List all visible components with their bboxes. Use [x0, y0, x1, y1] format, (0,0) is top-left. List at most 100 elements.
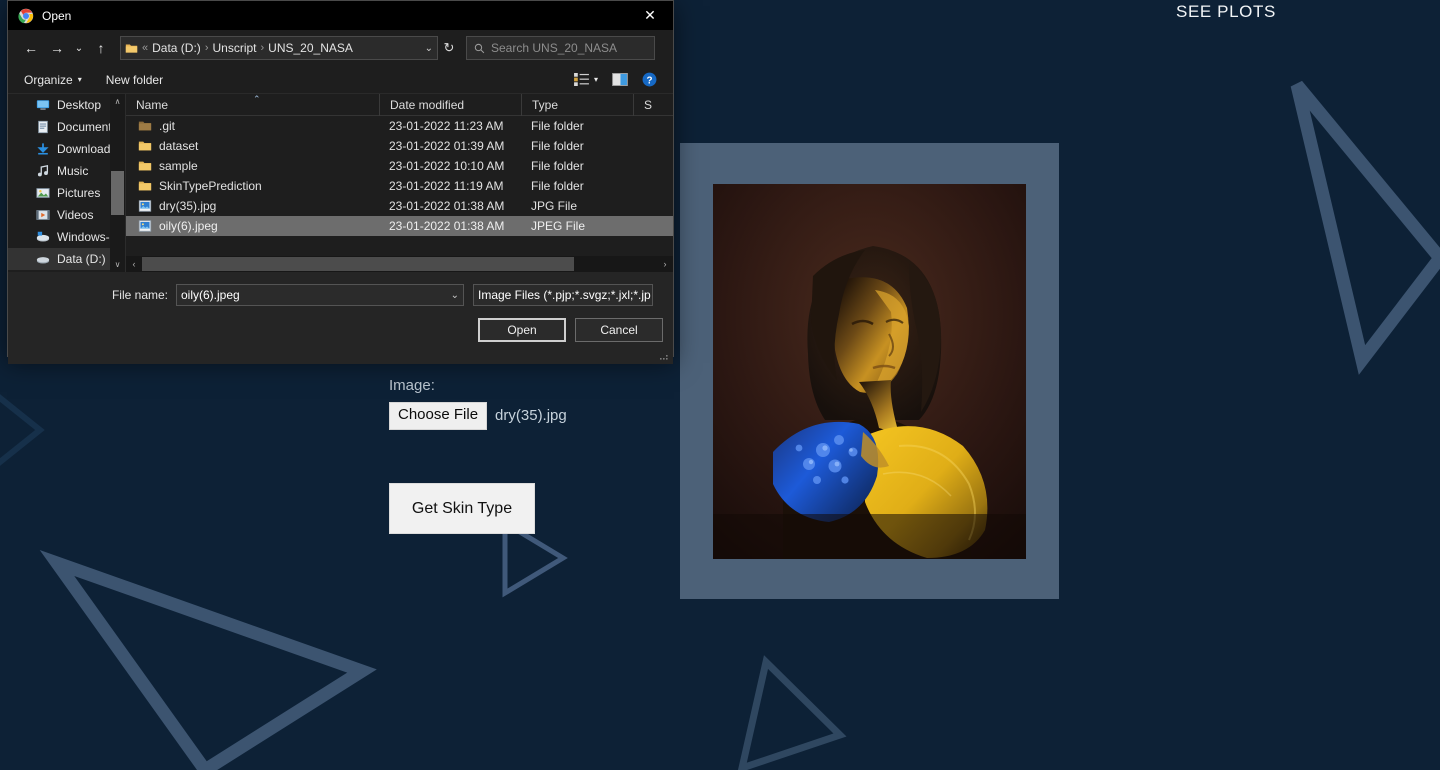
- scroll-down-icon[interactable]: ∨: [110, 257, 125, 272]
- file-date-cell: 23-01-2022 01:38 AM: [389, 219, 505, 233]
- see-plots-link[interactable]: SEE PLOTS: [1176, 2, 1276, 22]
- close-icon[interactable]: ✕: [627, 1, 673, 30]
- resize-grip-icon[interactable]: [658, 350, 670, 362]
- breadcrumb-segment-0[interactable]: Data (D:): [152, 41, 201, 55]
- chevron-down-icon[interactable]: ⌄: [425, 43, 433, 54]
- file-name-cell: SkinTypePrediction: [126, 179, 379, 193]
- file-list-horizontal-scrollbar[interactable]: ‹ ›: [126, 256, 673, 272]
- file-type-cell: File folder: [531, 139, 584, 153]
- tree-item-documents[interactable]: Documents: [8, 116, 125, 138]
- nav-scroll-track[interactable]: [110, 109, 125, 257]
- address-bar[interactable]: « Data (D:) › Unscript › UNS_20_NASA ⌄: [120, 36, 438, 60]
- table-row[interactable]: dry(35).jpg 23-01-2022 01:38 AM JPG File: [126, 196, 673, 216]
- tree-item-windows-ssd[interactable]: Windows-SSD (C: [8, 226, 125, 248]
- folder-icon: [138, 121, 152, 131]
- file-name-label: .git: [159, 119, 176, 133]
- table-row[interactable]: SkinTypePrediction 23-01-2022 11:19 AM F…: [126, 176, 673, 196]
- filename-row: File name: oily(6).jpeg ⌄ Image Files (*…: [8, 284, 663, 306]
- tree-item-desktop[interactable]: Desktop: [8, 94, 125, 116]
- file-name-cell: dataset: [126, 139, 379, 153]
- toolbar-right-group: ▾ ?: [574, 72, 657, 87]
- file-name-label: oily(6).jpeg: [159, 219, 218, 233]
- dialog-toolbar: Organize ▾ New folder ▾ ?: [8, 66, 673, 94]
- tree-item-pictures[interactable]: Pictures: [8, 182, 125, 204]
- tree-item-videos[interactable]: Videos: [8, 204, 125, 226]
- chevron-down-icon[interactable]: ⌄: [451, 290, 459, 301]
- get-skin-type-button[interactable]: Get Skin Type: [389, 483, 535, 534]
- chrome-app-icon: [18, 8, 34, 23]
- file-name-cell: dry(35).jpg: [126, 199, 379, 213]
- breadcrumb-segment-2[interactable]: UNS_20_NASA: [268, 41, 353, 55]
- folder-icon: [138, 161, 152, 171]
- hscroll-thumb[interactable]: [142, 257, 574, 271]
- file-name-cell: .git: [126, 119, 379, 133]
- scroll-left-icon[interactable]: ‹: [126, 259, 142, 269]
- back-button[interactable]: ←: [18, 35, 44, 61]
- dialog-button-row: Open Cancel: [478, 318, 663, 342]
- nav-pane-scrollbar[interactable]: ∧ ∨: [110, 94, 125, 272]
- organize-button[interactable]: Organize ▾: [24, 73, 82, 87]
- help-icon: ?: [642, 72, 657, 87]
- hscroll-track[interactable]: [142, 256, 657, 272]
- dialog-footer: File name: oily(6).jpeg ⌄ Image Files (*…: [8, 272, 673, 364]
- tree-item-label: Videos: [57, 208, 94, 222]
- nav-scroll-thumb[interactable]: [111, 171, 124, 215]
- image-file-icon: [138, 220, 152, 232]
- table-row[interactable]: oily(6).jpeg 23-01-2022 01:38 AM JPEG Fi…: [126, 216, 673, 236]
- search-icon: [474, 43, 485, 53]
- preview-pane-button[interactable]: [612, 73, 628, 86]
- table-row[interactable]: dataset 23-01-2022 01:39 AM File folder: [126, 136, 673, 156]
- refresh-icon[interactable]: ↻: [438, 40, 460, 56]
- filename-input[interactable]: oily(6).jpeg ⌄: [176, 284, 464, 306]
- photo-card: [680, 143, 1059, 599]
- chosen-file-name: dry(35).jpg: [495, 407, 567, 425]
- scroll-up-icon[interactable]: ∧: [110, 94, 125, 109]
- cancel-button[interactable]: Cancel: [575, 318, 663, 342]
- tree-item-label: Downloads: [57, 142, 117, 156]
- recent-locations-icon[interactable]: ⌄: [70, 35, 88, 61]
- file-type-cell: File folder: [531, 159, 584, 173]
- file-type-value: Image Files (*.pjp;*.svgz;*.jxl;*.jp: [478, 288, 651, 302]
- drive-icon: [36, 231, 50, 242]
- file-input-row: Choose File dry(35).jpg: [389, 402, 567, 430]
- help-button[interactable]: ?: [642, 72, 657, 87]
- breadcrumb-separator: ›: [260, 42, 265, 54]
- downloads-icon: [37, 143, 49, 155]
- folder-icon: [138, 141, 152, 151]
- file-list-pane: Name Date modified Type S ⌃ .git 23-01-2…: [126, 93, 673, 272]
- column-header-size[interactable]: S: [633, 93, 673, 116]
- open-button[interactable]: Open: [478, 318, 566, 342]
- image-field-label: Image:: [389, 377, 435, 394]
- tree-item-data-d[interactable]: Data (D:): [8, 248, 125, 270]
- tree-item-downloads[interactable]: Downloads: [8, 138, 125, 160]
- choose-file-button[interactable]: Choose File: [389, 402, 488, 430]
- file-list-header: Name Date modified Type S ⌃: [126, 93, 673, 116]
- preview-photo: [713, 183, 1026, 559]
- file-name-label: SkinTypePrediction: [159, 179, 262, 193]
- new-folder-button[interactable]: New folder: [106, 73, 163, 87]
- dialog-navbar: ← → ⌄ ↑ « Data (D:) › Unscript › UNS_20_…: [8, 30, 673, 66]
- table-row[interactable]: sample 23-01-2022 10:10 AM File folder: [126, 156, 673, 176]
- up-button[interactable]: ↑: [88, 35, 114, 61]
- organize-label: Organize: [24, 72, 73, 87]
- file-type-select[interactable]: Image Files (*.pjp;*.svgz;*.jxl;*.jp ⌄: [473, 284, 653, 306]
- chevron-down-icon[interactable]: ⌄: [651, 290, 652, 301]
- breadcrumb-segment-1[interactable]: Unscript: [212, 41, 256, 55]
- videos-icon: [36, 210, 50, 220]
- tree-item-label: Pictures: [57, 186, 101, 200]
- file-name-cell: sample: [126, 159, 379, 173]
- forward-button[interactable]: →: [44, 35, 70, 61]
- tree-item-label: Documents: [57, 120, 118, 134]
- table-row[interactable]: .git 23-01-2022 11:23 AM File folder: [126, 116, 673, 136]
- column-header-type[interactable]: Type: [521, 93, 633, 116]
- change-view-button[interactable]: ▾: [574, 73, 598, 86]
- column-header-date-modified[interactable]: Date modified: [379, 93, 521, 116]
- tree-item-music[interactable]: Music: [8, 160, 125, 182]
- file-date-cell: 23-01-2022 11:23 AM: [389, 119, 504, 133]
- search-box[interactable]: Search UNS_20_NASA: [466, 36, 655, 60]
- file-date-cell: 23-01-2022 10:10 AM: [389, 159, 505, 173]
- file-type-cell: JPG File: [531, 199, 578, 213]
- scroll-right-icon[interactable]: ›: [657, 259, 673, 269]
- sort-ascending-icon: ⌃: [253, 94, 261, 104]
- navigation-pane: Desktop Documents Downloads Music Pictur…: [8, 94, 126, 272]
